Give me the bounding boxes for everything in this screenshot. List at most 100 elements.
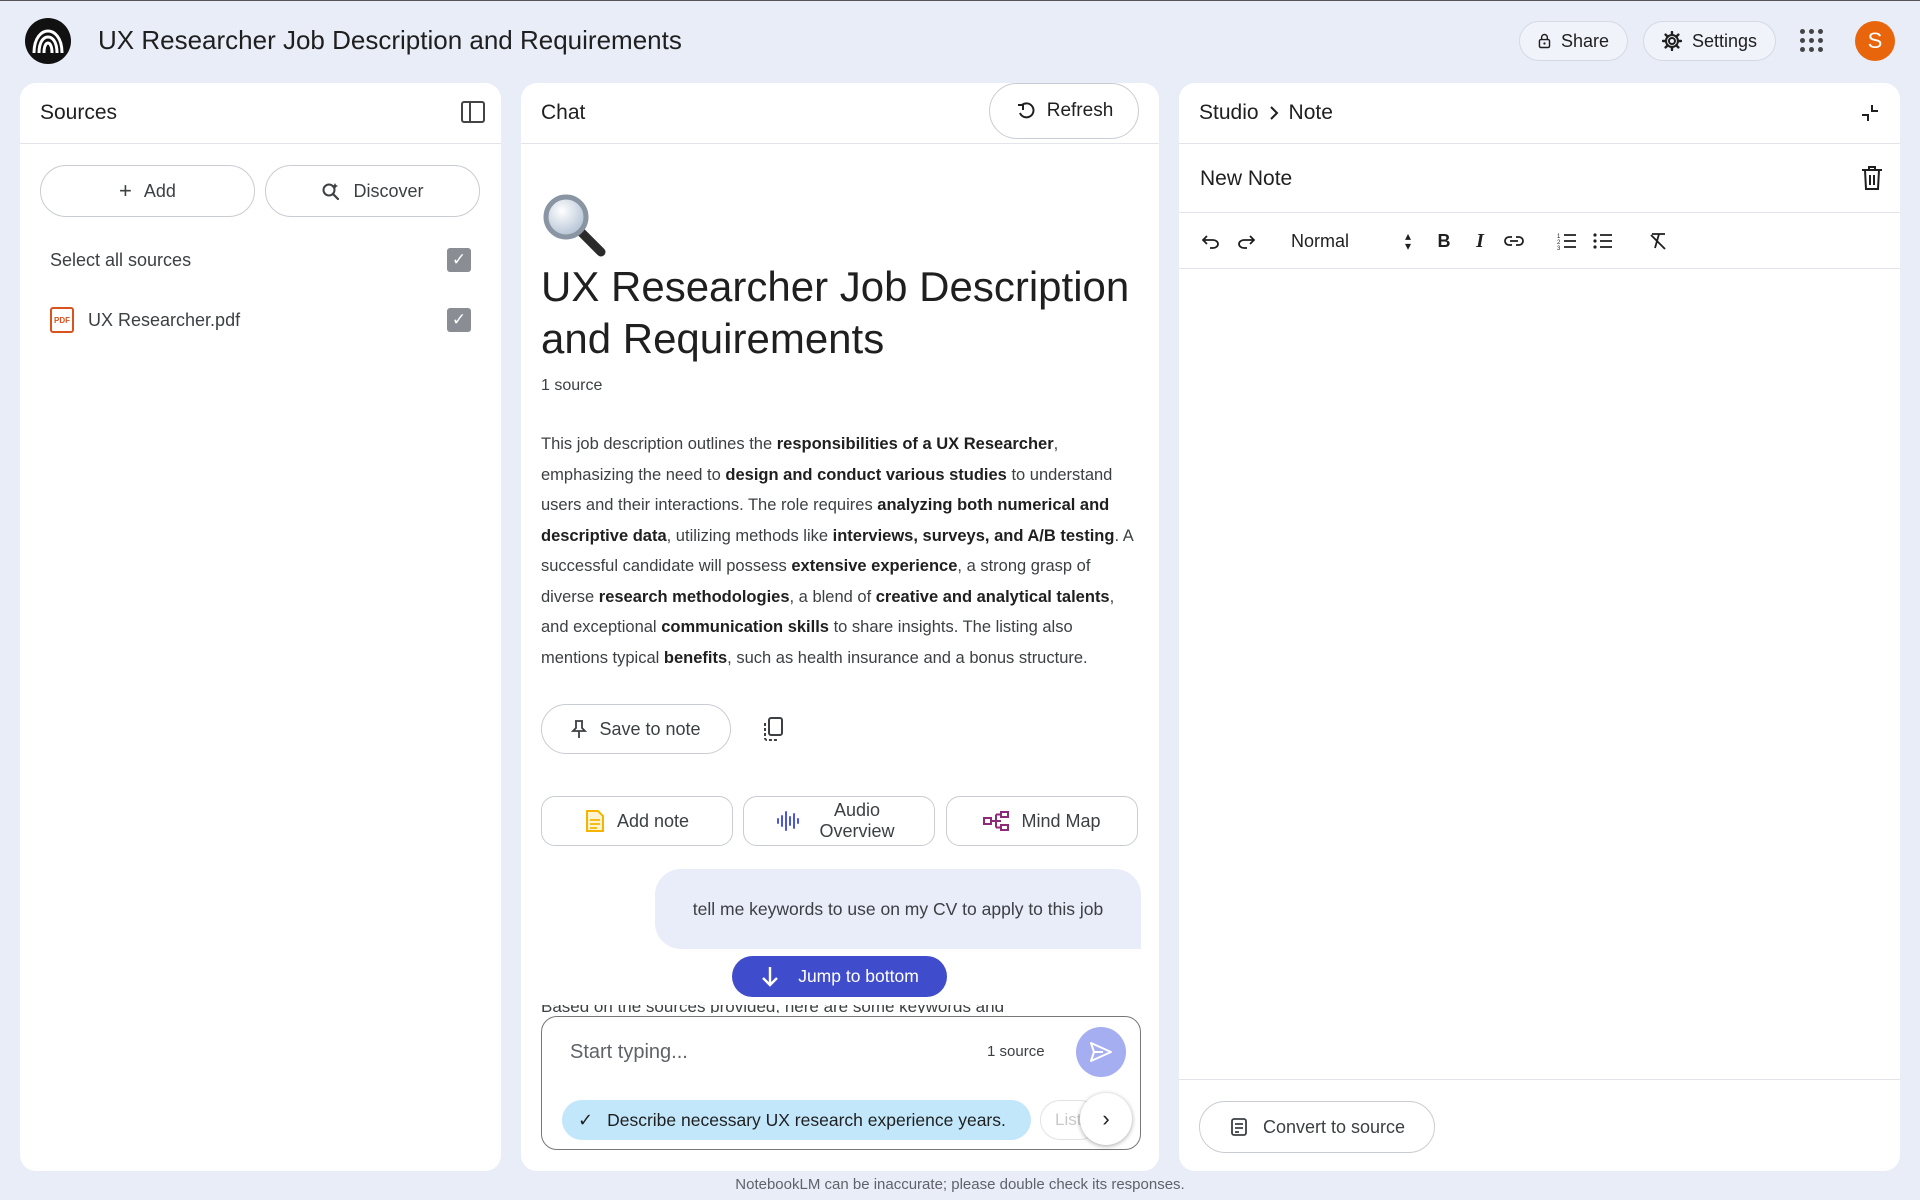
summary-keyword: design and conduct various studies <box>725 465 1007 484</box>
note-title[interactable]: New Note <box>1200 167 1292 191</box>
summary-keyword: communication skills <box>661 618 829 636</box>
magnifier-emoji-icon <box>543 194 606 257</box>
select-arrows-icon: ▴ ▾ <box>1404 229 1411 253</box>
breadcrumb: Studio Note <box>1199 101 1333 125</box>
summary-text: This job description outlines the <box>541 435 777 453</box>
convert-label: Convert to source <box>1262 1116 1406 1137</box>
notebooklm-logo[interactable] <box>25 18 71 64</box>
chat-header: Chat Refresh <box>521 83 1159 144</box>
summary-keyword: benefits <box>663 648 728 667</box>
link-icon[interactable] <box>1502 229 1526 253</box>
user-message-text: tell me keywords to use on my CV to appl… <box>692 898 1104 919</box>
document-title: UX Researcher Job Description and Requir… <box>541 263 1130 362</box>
chat-input[interactable] <box>570 1035 970 1069</box>
jump-label: Jump to bottom <box>798 966 919 986</box>
logo-icon <box>32 29 64 54</box>
select-all-checkbox[interactable]: ✓ <box>447 248 471 272</box>
sources-header: Sources <box>20 83 501 144</box>
bullet-list-icon[interactable] <box>1591 229 1615 253</box>
redo-icon[interactable] <box>1234 229 1258 253</box>
jump-to-bottom-button[interactable]: Jump to bottom <box>732 956 947 997</box>
note-footer-divider <box>1179 1079 1900 1080</box>
mind-map-button[interactable]: Mind Map <box>946 796 1138 846</box>
send-button[interactable] <box>1076 1027 1126 1077</box>
collapse-panel-icon[interactable] <box>461 101 485 123</box>
refresh-icon <box>1017 102 1035 119</box>
avatar[interactable]: S <box>1855 21 1895 61</box>
select-all-row[interactable]: Select all sources ✓ <box>50 245 471 275</box>
check-icon: ✓ <box>578 1109 594 1130</box>
text-style-value: Normal <box>1291 230 1350 251</box>
disclaimer-text: NotebookLM can be inaccurate; please dou… <box>735 1176 1185 1193</box>
suggestion-label: Describe necessary UX research experienc… <box>607 1109 1006 1130</box>
italic-icon[interactable]: I <box>1468 229 1492 253</box>
partial-response-text: Based on the sources provided, here are … <box>541 1005 1141 1013</box>
save-to-note-button[interactable]: Save to note <box>541 704 731 754</box>
clear-format-icon[interactable] <box>1646 229 1670 253</box>
input-source-count: 1 source <box>987 1043 1045 1060</box>
arrow-down-icon <box>762 966 779 987</box>
lock-icon <box>1538 33 1551 49</box>
numbered-list-icon[interactable]: 123 <box>1555 229 1579 253</box>
breadcrumb-note: Note <box>1288 101 1333 124</box>
audio-wave-icon <box>777 811 799 831</box>
add-note-label: Add note <box>616 810 690 831</box>
plus-icon: + <box>119 178 132 203</box>
discover-button[interactable]: Discover <box>265 165 480 217</box>
source-count: 1 source <box>541 377 603 394</box>
gear-icon <box>1662 31 1682 51</box>
source-item[interactable]: PDF UX Researcher.pdf ✓ <box>44 305 471 335</box>
bold-icon[interactable]: B <box>1432 229 1456 253</box>
copy-icon[interactable] <box>763 717 783 741</box>
summary-text: , a blend of <box>789 587 876 606</box>
suggestion-chip[interactable]: ✓ Describe necessary UX research experie… <box>562 1100 1031 1140</box>
note-icon <box>585 810 604 832</box>
trash-icon[interactable] <box>1861 165 1883 191</box>
settings-button[interactable]: Settings <box>1643 21 1776 61</box>
refresh-button[interactable]: Refresh <box>989 83 1139 139</box>
note-toolbar: Normal ▴ ▾ B I 123 <box>1179 213 1900 269</box>
studio-panel: Studio Note New Note Normal ▴ ▾ B I 1 2 … <box>1179 83 1900 1171</box>
summary-keyword: extensive experience <box>791 557 958 575</box>
document-summary: This job description outlines the respon… <box>541 429 1141 673</box>
convert-icon <box>1231 1118 1247 1136</box>
note-header: New Note <box>1179 145 1900 213</box>
audio-overview-label: Audio Overview <box>819 800 895 841</box>
discover-label: Discover <box>353 180 424 201</box>
save-to-note-label: Save to note <box>599 718 701 739</box>
add-source-button[interactable]: + Add <box>40 165 255 217</box>
studio-header: Studio Note <box>1179 83 1900 144</box>
mind-map-label: Mind Map <box>1021 810 1101 831</box>
pin-icon <box>571 720 588 738</box>
source-item-name: UX Researcher.pdf <box>88 309 241 330</box>
share-button[interactable]: Share <box>1519 21 1628 61</box>
text-style-select[interactable]: Normal ▴ ▾ <box>1291 229 1411 253</box>
chat-panel: Chat Refresh UX Researcher Job Descripti… <box>521 83 1159 1171</box>
chevron-right-icon: › <box>1102 1106 1110 1131</box>
refresh-label: Refresh <box>1046 100 1114 121</box>
summary-keyword: responsibilities of a UX Researcher <box>776 435 1054 453</box>
summary-keyword: interviews, surveys, and A/B testing <box>832 526 1115 545</box>
summary-text: , utilizing methods like <box>666 526 833 545</box>
app-header: UX Researcher Job Description and Requir… <box>0 1 1920 81</box>
chevron-right-icon <box>1269 106 1278 120</box>
share-label: Share <box>1560 30 1609 51</box>
user-message-bubble: tell me keywords to use on my CV to appl… <box>655 869 1141 949</box>
select-all-label: Select all sources <box>50 249 192 270</box>
convert-to-source-button[interactable]: Convert to source <box>1199 1101 1435 1153</box>
chat-title: Chat <box>541 101 586 124</box>
suggestions-next-button[interactable]: › <box>1080 1093 1132 1145</box>
source-item-checkbox[interactable]: ✓ <box>447 308 471 332</box>
send-icon <box>1090 1042 1112 1062</box>
apps-grid-icon[interactable] <box>1800 29 1824 53</box>
chat-input-box: 1 source ✓ Describe necessary UX researc… <box>541 1016 1141 1150</box>
pdf-icon: PDF <box>50 307 74 333</box>
add-note-button[interactable]: Add note <box>541 796 733 846</box>
undo-icon[interactable] <box>1199 229 1223 253</box>
breadcrumb-studio[interactable]: Studio <box>1199 101 1259 125</box>
notebook-title[interactable]: UX Researcher Job Description and Requir… <box>98 25 682 56</box>
add-label: Add <box>143 180 176 201</box>
collapse-icon[interactable] <box>1860 103 1880 123</box>
audio-overview-button[interactable]: Audio Overview <box>743 796 935 846</box>
summary-keyword: research methodologies <box>598 587 790 606</box>
